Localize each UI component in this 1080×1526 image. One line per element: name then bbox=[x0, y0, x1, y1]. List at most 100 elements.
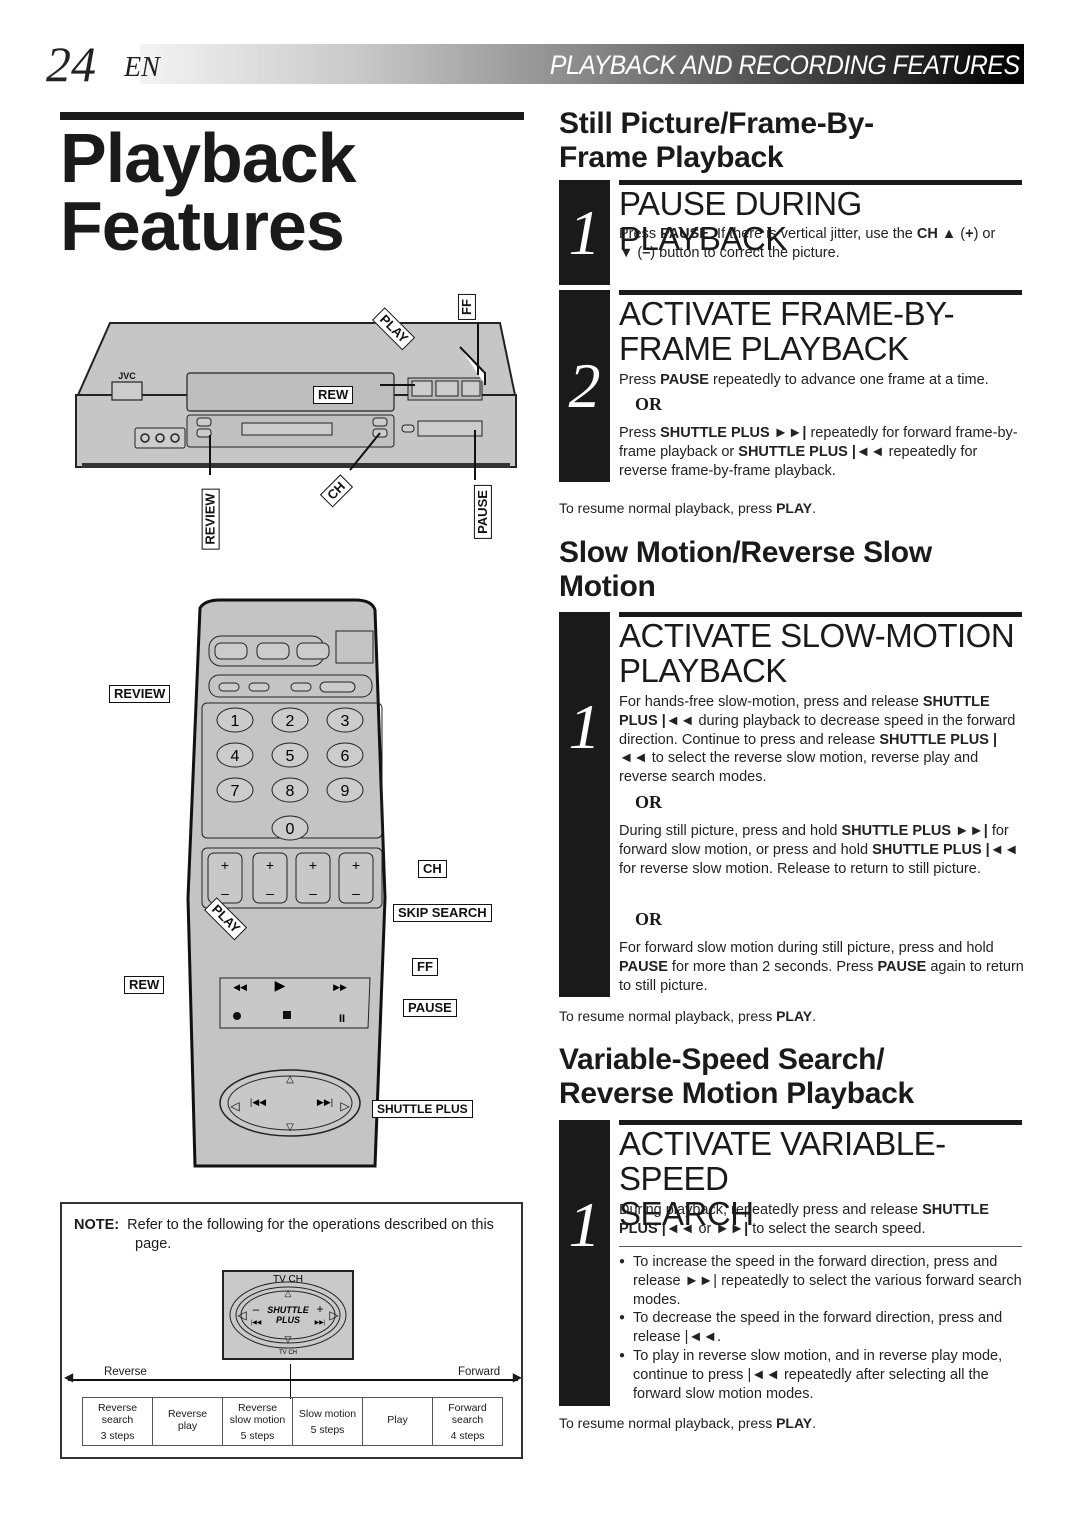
remote-label-ff: FF bbox=[412, 958, 438, 976]
vcr-play-button bbox=[435, 380, 459, 397]
mode-cell: Play bbox=[362, 1397, 433, 1446]
keypad-digit: 8 bbox=[286, 783, 295, 800]
shuttle-dial-figure: TV CH TV CH △ ▽ ◁ ▷ SHUTTLE PLUS – + |◀◀… bbox=[222, 1270, 354, 1360]
still-step-1: 1 PAUSE DURING PLAYBACK Press PAUSE. If … bbox=[559, 180, 1022, 285]
mode-steps: 4 steps bbox=[450, 1429, 485, 1442]
still-step-2: 2 ACTIVATE FRAME-BY- FRAME PLAYBACK Press… bbox=[559, 290, 1022, 482]
svg-text:+: + bbox=[221, 857, 229, 873]
vcr-ff-button bbox=[461, 380, 481, 397]
shuttle-modes-table: Reverse search 3 steps Reverse play Reverse sl… bbox=[82, 1397, 503, 1446]
svg-text:–: – bbox=[309, 885, 317, 901]
mode-steps: 5 steps bbox=[240, 1429, 275, 1442]
remote-label-shuttle-plus: SHUTTLE PLUS bbox=[372, 1100, 473, 1118]
step-body-p3: For forward slow motion during still pic… bbox=[619, 940, 1024, 994]
section-title-still-line2: Frame Playback bbox=[559, 141, 784, 174]
svg-text:–: – bbox=[352, 885, 360, 901]
section-title-variable: Variable-Speed Search/ Reverse Motion Pl… bbox=[559, 1043, 914, 1111]
dial-plus: + bbox=[316, 1302, 323, 1316]
mode-steps: 5 steps bbox=[310, 1423, 345, 1436]
vcr-rec-stop-pause bbox=[417, 420, 483, 437]
note-body: Refer to the following for the operation… bbox=[127, 1217, 494, 1252]
vcr-display-window bbox=[111, 381, 143, 401]
svg-text:▷: ▷ bbox=[340, 1099, 350, 1113]
svg-text:▶: ▶ bbox=[275, 977, 286, 993]
mode-name: Reverse bbox=[97, 1401, 138, 1414]
step-body-p1: For hands-free slow-motion, press and re… bbox=[619, 694, 1016, 786]
step-body-p2: During still picture, press and hold SHU… bbox=[619, 823, 1019, 877]
slow-step-1: 1 ACTIVATE SLOW-MOTION PLAYBACK For hands… bbox=[559, 612, 1024, 997]
note-text: NOTE: Refer to the following for the ope… bbox=[74, 1216, 514, 1254]
bullet-list: To increase the speed in the forward dir… bbox=[619, 1253, 1024, 1403]
mode-steps: 3 steps bbox=[100, 1429, 135, 1442]
mode-name: Play bbox=[387, 1413, 408, 1426]
resume-note-still: To resume normal playback, press PLAY. bbox=[559, 500, 817, 516]
dial-top-label: TV CH bbox=[273, 1274, 303, 1285]
step-heading: ACTIVATE SLOW-MOTION PLAYBACK bbox=[619, 617, 1015, 689]
keypad-digit: 9 bbox=[341, 783, 350, 800]
svg-text:|◀◀: |◀◀ bbox=[250, 1097, 266, 1107]
section-title-variable-line2: Reverse Motion Playback bbox=[559, 1077, 914, 1110]
mode-name-2: slow motion bbox=[229, 1413, 286, 1426]
dial-ff-icon: ▶▶| bbox=[315, 1320, 326, 1326]
resume-note-variable: To resume normal playback, press PLAY. bbox=[559, 1415, 817, 1431]
language-label: EN bbox=[124, 52, 160, 83]
direction-forward-label: Forward bbox=[458, 1366, 501, 1378]
remote-label-skip-search: SKIP SEARCH bbox=[393, 904, 492, 922]
mode-name: Reverse bbox=[237, 1401, 278, 1414]
step-number: 1 bbox=[559, 1120, 610, 1406]
mode-cell: Slow motion 5 steps bbox=[292, 1397, 363, 1446]
step-number: 1 bbox=[559, 180, 610, 285]
keypad-digit: 3 bbox=[341, 713, 350, 730]
keypad-digit: 7 bbox=[231, 783, 240, 800]
dial-up-icon: △ bbox=[285, 1288, 292, 1298]
vcr-label-pause: PAUSE bbox=[473, 485, 492, 539]
note-label: NOTE: bbox=[74, 1217, 120, 1233]
keypad-digit: 1 bbox=[231, 713, 240, 730]
page-title-line1: Playback bbox=[60, 119, 357, 197]
vcr-label-review: REVIEW bbox=[201, 488, 220, 550]
section-title-slow: Slow Motion/Reverse Slow Motion bbox=[559, 536, 932, 604]
keypad-digit: 0 bbox=[286, 821, 295, 838]
or-separator: OR bbox=[635, 394, 662, 414]
mode-name: Slow motion bbox=[298, 1407, 357, 1420]
mode-name: Reverse bbox=[167, 1407, 208, 1420]
vcr-label-rew: REW bbox=[313, 386, 354, 404]
svg-text:–: – bbox=[221, 885, 229, 901]
section-header-title: PLAYBACK AND RECORDING FEATURES bbox=[550, 50, 1020, 80]
keypad-digit: 4 bbox=[231, 748, 240, 765]
mode-cell: Reverse play bbox=[152, 1397, 223, 1446]
bullet-item: To increase the speed in the forward dir… bbox=[619, 1253, 1024, 1309]
remote-label-ch: CH bbox=[418, 860, 447, 878]
step-heading: ACTIVATE FRAME-BY- FRAME PLAYBACK bbox=[619, 295, 955, 367]
section-title-still: Still Picture/Frame-By- Frame Playback bbox=[559, 107, 874, 175]
svg-text:△: △ bbox=[286, 1074, 294, 1085]
svg-text:▶▶|: ▶▶| bbox=[317, 1097, 333, 1107]
remote-label-review: REVIEW bbox=[109, 685, 171, 703]
section-title-slow-line2: Motion bbox=[559, 570, 656, 603]
svg-text:–: – bbox=[266, 885, 274, 901]
bullet-item: To play in reverse slow motion, and in r… bbox=[619, 1347, 1024, 1403]
step-body: During playback, repeatedly press and re… bbox=[619, 1202, 989, 1237]
or-separator: OR bbox=[635, 792, 662, 812]
dial-bottom-label: TV CH bbox=[279, 1350, 297, 1356]
svg-text:II: II bbox=[339, 1013, 345, 1025]
direction-reverse-label: Reverse bbox=[104, 1366, 147, 1378]
divider bbox=[619, 1246, 1022, 1247]
dial-down-icon: ▽ bbox=[285, 1334, 292, 1344]
variable-step-1: 1 ACTIVATE VARIABLE-SPEED SEARCH During p… bbox=[559, 1120, 1022, 1406]
svg-text:◁: ◁ bbox=[230, 1099, 240, 1113]
remote-illustration: 1 2 3 4 5 6 7 8 9 0 + – + – + – + – ▶ ◀◀ ▶▶ II △ ▽ ◁ ▷ |… bbox=[186, 598, 387, 1168]
note-box: NOTE: Refer to the following for the ope… bbox=[60, 1202, 523, 1459]
step-number: 1 bbox=[559, 612, 610, 997]
mode-name-2: play bbox=[177, 1419, 198, 1432]
svg-text:+: + bbox=[352, 857, 360, 873]
arrow-left-icon: ◀ bbox=[64, 1370, 74, 1384]
keypad-digit: 6 bbox=[341, 748, 350, 765]
mode-name-2: search bbox=[101, 1413, 134, 1426]
step-body: Press PAUSE repeatedly to advance one fr… bbox=[619, 372, 989, 388]
dial-minus: – bbox=[253, 1302, 260, 1316]
remote-label-pause: PAUSE bbox=[403, 999, 457, 1017]
mode-cell: Reverse slow motion 5 steps bbox=[222, 1397, 293, 1446]
step-body: Press PAUSE. If there is vertical jitter… bbox=[619, 226, 996, 261]
step-body-alt: Press SHUTTLE PLUS ►►| repeatedly for fo… bbox=[619, 425, 1018, 479]
